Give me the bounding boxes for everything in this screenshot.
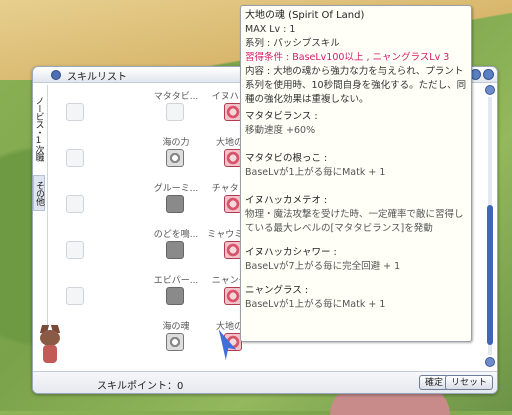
- skill-tooltip: 大地の魂 (Spirit Of Land) MAX Lv : 1 系列 : パッ…: [240, 5, 472, 342]
- skill-slot[interactable]: グルーミ...: [148, 181, 204, 227]
- empty-slot-icon: [66, 195, 84, 213]
- skill-slot-empty: [48, 89, 104, 135]
- skill-slot-empty: [48, 181, 104, 227]
- tooltip-section-title: マタタビランス :: [245, 111, 318, 122]
- tooltip-section-title: イヌハッカメテオ :: [245, 195, 328, 206]
- tooltip-title: 大地の魂 (Spirit Of Land): [245, 10, 365, 21]
- skill-icon[interactable]: [166, 103, 184, 121]
- empty-slot-icon: [66, 287, 84, 305]
- skill-icon[interactable]: [166, 333, 184, 351]
- reset-button[interactable]: リセット: [444, 375, 493, 390]
- tooltip-section: マタタビの根っこ : BaseLvが1上がる毎にMatk + 1: [245, 152, 467, 180]
- tooltip-section-body: BaseLvが1上がる毎にMatk + 1: [245, 299, 386, 310]
- scroll-thumb[interactable]: [487, 205, 493, 345]
- tooltip-section-title: ニャングラス :: [245, 285, 309, 296]
- skill-name: 海の力: [162, 138, 190, 148]
- skill-icon[interactable]: [166, 287, 184, 305]
- avatar-body: [43, 345, 57, 363]
- skill-name: のどを鳴...: [153, 230, 199, 240]
- tooltip-section: イヌハッカシャワー : BaseLvが7上がる毎に完全回避 + 1: [245, 246, 467, 274]
- tooltip-section-body: BaseLvが1上がる毎にMatk + 1: [245, 167, 386, 178]
- skill-slot-empty: [48, 273, 104, 319]
- tab-novice-first-class[interactable]: ノービス・1次職: [33, 83, 45, 173]
- tooltip-section: ニャングラス : BaseLvが1上がる毎にMatk + 1: [245, 284, 467, 312]
- tooltip-section: マタタビランス : 移動速度 +60%: [245, 110, 467, 138]
- skill-icon[interactable]: [166, 149, 184, 167]
- tooltip-skill-type: 系列 : パッシブスキル: [245, 38, 340, 49]
- tooltip-section-body: 物理・魔法攻撃を受けた時、一定確率で敵に習得している最大レベルの[マタタビランス…: [245, 209, 464, 234]
- avatar-head: [40, 330, 60, 346]
- skill-slot[interactable]: エビパー...: [148, 273, 204, 319]
- scroll-down-icon[interactable]: [485, 357, 495, 367]
- window-icon: [51, 70, 61, 80]
- vertical-scrollbar[interactable]: [485, 85, 495, 367]
- tooltip-section-body: 移動速度 +60%: [245, 125, 316, 136]
- window-footer: スキルポイント：0 確定 リセット: [33, 371, 497, 393]
- skill-name: マタタビ...: [153, 92, 199, 102]
- tooltip-section: イヌハッカメテオ : 物理・魔法攻撃を受けた時、一定確率で敵に習得している最大レ…: [245, 194, 467, 236]
- skill-points-label: スキルポイント：0: [97, 381, 184, 392]
- skill-slot[interactable]: のどを鳴...: [148, 227, 204, 273]
- tab-other[interactable]: その他: [33, 175, 45, 211]
- tooltip-requirement: 習得条件 : BaseLv100以上 , ニャングラスLv 3: [245, 52, 450, 63]
- window-title: スキルリスト: [67, 72, 127, 83]
- skill-name: エビパー...: [153, 276, 199, 286]
- empty-slot-icon: [66, 241, 84, 259]
- skill-icon[interactable]: [166, 195, 184, 213]
- skill-slot-empty: [48, 135, 104, 181]
- tooltip-section-body: BaseLvが7上がる毎に完全回避 + 1: [245, 261, 401, 272]
- empty-slot-icon: [66, 149, 84, 167]
- tooltip-section-title: マタタビの根っこ :: [245, 153, 328, 164]
- skill-name: グルーミ...: [153, 184, 199, 194]
- scroll-up-icon[interactable]: [485, 85, 495, 95]
- skill-slot[interactable]: 海の力: [148, 135, 204, 181]
- tooltip-description: 内容 : 大地の魂から強力な力を与えられ、プラント系列を使用時、10秒間自身を強…: [245, 66, 467, 105]
- skill-slot[interactable]: 海の魂: [148, 319, 204, 365]
- tooltip-section-title: イヌハッカシャワー :: [245, 247, 337, 258]
- tooltip-max-level: MAX Lv : 1: [245, 24, 296, 35]
- skill-slot-empty: [48, 227, 104, 273]
- empty-slot-icon: [66, 103, 84, 121]
- skill-slot[interactable]: マタタビ...: [148, 89, 204, 135]
- close-icon[interactable]: [483, 69, 494, 80]
- skill-name: 海の魂: [162, 322, 190, 332]
- skill-icon[interactable]: [166, 241, 184, 259]
- character-avatar: [37, 325, 63, 367]
- tab-bar: ノービス・1次職 その他: [33, 83, 45, 213]
